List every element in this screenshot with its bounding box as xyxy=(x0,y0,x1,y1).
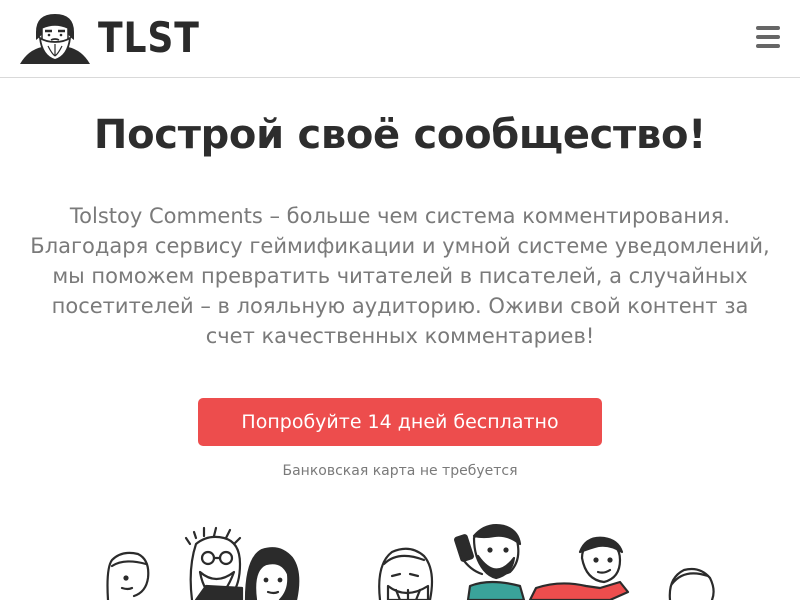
site-header: TLST xyxy=(0,0,800,78)
logo[interactable]: TLST xyxy=(18,10,216,66)
menu-bar xyxy=(756,35,780,39)
menu-bar xyxy=(756,26,780,30)
hero-description: Tolstoy Comments – больше чем система ко… xyxy=(30,204,770,348)
menu-bar xyxy=(756,44,780,48)
hero-title: Построй своё сообщество! xyxy=(93,112,707,158)
logo-text: TLST xyxy=(98,13,200,62)
free-trial-button[interactable]: Попробуйте 14 дней бесплатно xyxy=(198,398,602,446)
people-with-devices-illustration xyxy=(106,524,715,600)
no-card-note: Банковская карта не требуется xyxy=(282,463,518,479)
hamburger-menu-icon[interactable] xyxy=(756,26,780,48)
tolstoy-portrait-icon xyxy=(20,14,90,64)
